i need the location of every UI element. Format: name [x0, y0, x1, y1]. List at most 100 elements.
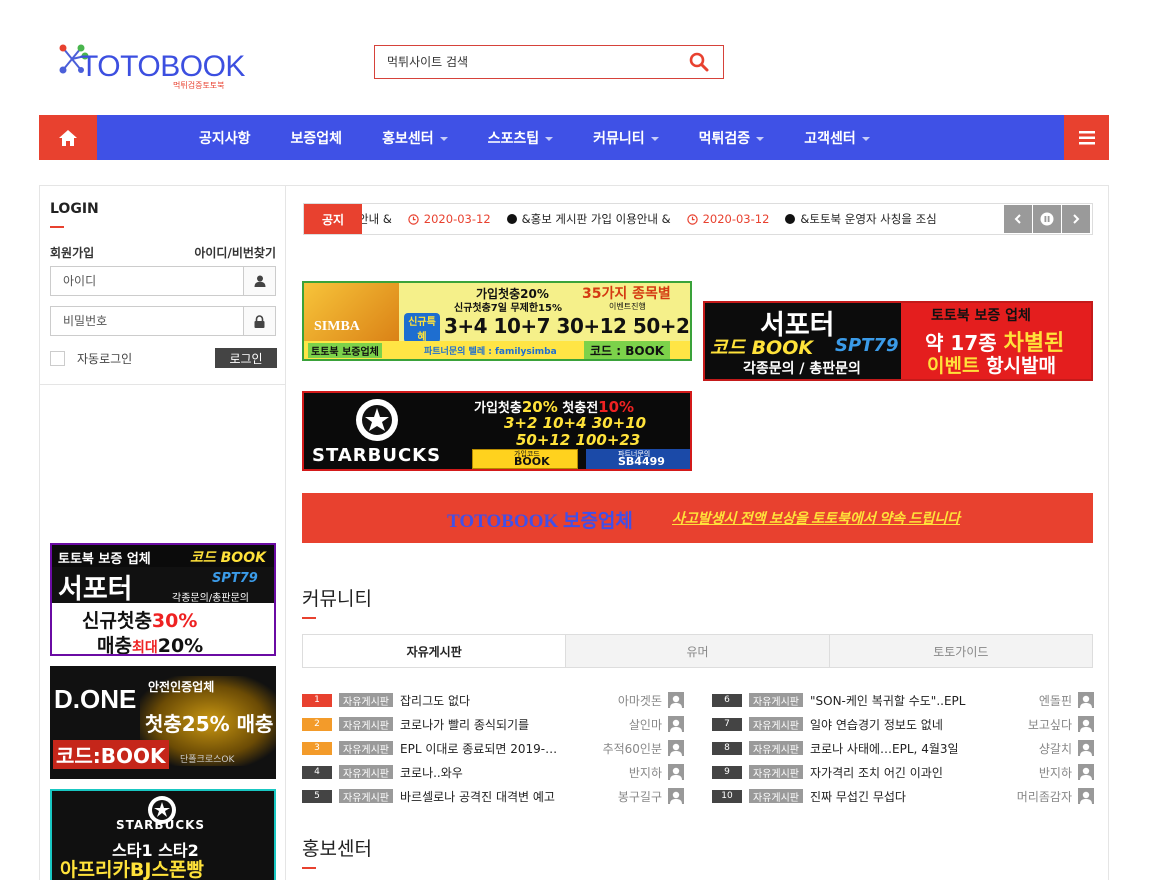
signup-link[interactable]: 회원가입	[50, 244, 94, 261]
category-badge: 자유게시판	[749, 765, 803, 780]
rank-badge: 3	[302, 741, 332, 755]
side-banner-starbucks[interactable]: STARBUCKS 스타1 스타2 아프리카BJ스폰빵	[50, 789, 276, 880]
find-account-link[interactable]: 아이디/비번찾기	[194, 244, 276, 261]
post-author[interactable]: 샹갈치	[1039, 740, 1072, 757]
banner-simba[interactable]: SIMBA 가입첫충20% 35가지 종목별 신규첫충7일 무제한15% 이벤트…	[302, 281, 692, 361]
side-banner-done[interactable]: D.ONE 안전인증업체 첫충25% 매충 코드:BOOK 단폴크로스OK	[50, 666, 276, 779]
post-title[interactable]: 일야 연습경기 정보도 없네	[810, 716, 970, 733]
side-banner-supporter[interactable]: 토토북 보증 업체 코드 BOOK 서포터 SPT79 각종문의/총판문의 신규…	[50, 543, 276, 656]
nav-item-scam-check[interactable]: 먹튀검증	[699, 128, 765, 148]
ticker-prev-button[interactable]	[1004, 205, 1032, 233]
nav-item-guarantee[interactable]: 보증업체	[291, 128, 343, 148]
caret-down-icon	[545, 136, 554, 141]
post-title[interactable]: 자가격리 조치 어긴 이과인	[810, 764, 970, 781]
post-title[interactable]: 코로나가 빨리 종식되기를	[400, 716, 560, 733]
post-author[interactable]: 추적60인분	[603, 740, 662, 757]
rank-badge: 7	[712, 717, 742, 731]
ticker-item[interactable]: 안내 &	[358, 211, 392, 227]
logo-subtext: 먹튀검증토토북	[173, 81, 225, 90]
banner-text: 매충	[97, 635, 132, 656]
content-frame: LOGIN 회원가입 아이디/비번찾기 자동로그인 로그인 토토북 보증	[39, 185, 1109, 880]
banner-text: 35가지 종목별	[582, 286, 671, 302]
title-underline	[302, 617, 316, 619]
clock-icon	[686, 213, 698, 225]
post-author[interactable]: 보고싶다	[1028, 716, 1072, 733]
banner-badge: 신규특혜	[404, 313, 440, 343]
nav-item-community[interactable]: 커뮤니티	[593, 128, 659, 148]
post-title[interactable]: EPL 이대로 종료되면 2019-2020	[400, 740, 560, 757]
list-item[interactable]: 5 자유게시판 바르셀로나 공격진 대격변 예고 봉구길구	[302, 784, 684, 808]
avatar-icon	[1078, 764, 1094, 780]
post-title[interactable]: 바르셀로나 공격진 대격변 예고	[400, 788, 560, 805]
tab-toto-guide[interactable]: 토토가이드	[828, 635, 1092, 667]
search-input[interactable]	[375, 46, 675, 78]
chevron-right-icon	[1073, 214, 1080, 224]
autologin-checkbox[interactable]	[50, 351, 65, 366]
list-item[interactable]: 10 자유게시판 진짜 무섭긴 무섭다 머리좀감자	[712, 784, 1094, 808]
list-item[interactable]: 2 자유게시판 코로나가 빨리 종식되기를 살인마	[302, 712, 684, 736]
list-item[interactable]: 7 자유게시판 일야 연습경기 정보도 없네 보고싶다	[712, 712, 1094, 736]
nav-item-support[interactable]: 고객센터	[804, 128, 870, 148]
post-author[interactable]: 머리좀감자	[1017, 788, 1072, 805]
category-badge: 자유게시판	[749, 717, 803, 732]
avatar-icon	[668, 692, 684, 708]
post-title[interactable]: "SON-케인 복귀할 수도"..EPL	[810, 692, 970, 709]
list-item[interactable]: 9 자유게시판 자가격리 조치 어긴 이과인 반지하	[712, 760, 1094, 784]
promo-right-text[interactable]: 사고발생시 전액 보상을 토토북에서 약속 드립니다	[672, 508, 960, 528]
lock-icon	[243, 307, 275, 335]
nav-item-sports-tips[interactable]: 스포츠팁	[488, 128, 554, 148]
banner-text: 최대	[131, 640, 158, 656]
login-button[interactable]: 로그인	[215, 348, 277, 368]
site-logo[interactable]: TOTOBOOK 먹튀검증토토북	[55, 40, 245, 90]
post-title[interactable]: 잡리그도 없다	[400, 692, 560, 709]
rank-badge: 4	[302, 765, 332, 779]
nav-label: 보증업체	[290, 130, 343, 147]
avatar-icon	[668, 788, 684, 804]
list-item[interactable]: 4 자유게시판 코로나..와우 반지하	[302, 760, 684, 784]
ticker-pause-button[interactable]	[1033, 205, 1061, 233]
banner-text: 신규첫충30%	[82, 606, 197, 633]
post-author[interactable]: 반지하	[1039, 764, 1072, 781]
post-title[interactable]: 코로나..와우	[400, 764, 560, 781]
avatar-icon	[1078, 716, 1094, 732]
banner-text: STARBUCKS	[116, 818, 206, 832]
rank-badge: 9	[712, 765, 742, 779]
ticker-item[interactable]: &토토북 운영자 사칭을 조심	[785, 211, 937, 227]
password-input[interactable]	[51, 307, 241, 335]
banner-starbucks[interactable]: STARBUCKS 가입첫충20% 첫충전10% 3+2 10+4 30+10 …	[302, 391, 692, 471]
rank-badge: 6	[712, 693, 742, 707]
banner-text: STARBUCKS	[312, 445, 442, 466]
ticker-track: 안내 & 2020-03-12 &홍보 게시판 가입 이용안내 & 2020-0…	[358, 204, 937, 234]
search-icon[interactable]	[689, 52, 709, 72]
list-item[interactable]: 6 자유게시판 "SON-케인 복귀할 수도"..EPL 엔돌핀	[712, 688, 1094, 712]
banner-text: 코드:BOOK	[53, 740, 169, 769]
list-item[interactable]: 8 자유게시판 코로나 사태에…EPL, 4월3일 샹갈치	[712, 736, 1094, 760]
sidebar: LOGIN 회원가입 아이디/비번찾기 자동로그인 로그인 토토북 보증	[40, 186, 286, 880]
post-author[interactable]: 봉구길구	[618, 788, 662, 805]
list-item[interactable]: 1 자유게시판 잡리그도 없다 아마겟돈	[302, 688, 684, 712]
home-button[interactable]	[39, 115, 97, 160]
post-author[interactable]: 엔돌핀	[1039, 692, 1072, 709]
post-title[interactable]: 진짜 무섭긴 무섭다	[810, 788, 970, 805]
ticker-text: &토토북 운영자 사칭을 조심	[800, 212, 937, 226]
tab-free-board[interactable]: 자유게시판	[303, 635, 566, 667]
id-input[interactable]	[51, 267, 241, 295]
ticker-item[interactable]: &홍보 게시판 가입 이용안내 &	[506, 211, 671, 227]
post-author[interactable]: 반지하	[629, 764, 662, 781]
avatar-icon	[668, 764, 684, 780]
promo-bar[interactable]: TOTOBOOK 보증업체 사고발생시 전액 보상을 토토북에서 약속 드립니다	[302, 493, 1093, 543]
nav-item-notice[interactable]: 공지사항	[199, 128, 251, 148]
user-icon	[243, 267, 275, 295]
banner-text: 신규첫충7일 무제한15%	[454, 303, 562, 314]
nav-item-promo[interactable]: 홍보센터	[382, 128, 448, 148]
ticker-next-button[interactable]	[1062, 205, 1090, 233]
banner-supporter[interactable]: 서포터 코드 BOOK SPT79 각종문의 / 총판문의 토토북 보증 업체 …	[703, 301, 1093, 381]
menu-button[interactable]	[1064, 115, 1109, 160]
list-item[interactable]: 3 자유게시판 EPL 이대로 종료되면 2019-2020 추적60인분	[302, 736, 684, 760]
post-author[interactable]: 살인마	[629, 716, 662, 733]
banner-text: SIMBA	[314, 319, 360, 334]
tab-humor[interactable]: 유머	[565, 635, 829, 667]
banner-text: 토토북 보증 업체	[58, 552, 151, 567]
post-title[interactable]: 코로나 사태에…EPL, 4월3일	[810, 740, 970, 757]
post-author[interactable]: 아마겟돈	[618, 692, 662, 709]
